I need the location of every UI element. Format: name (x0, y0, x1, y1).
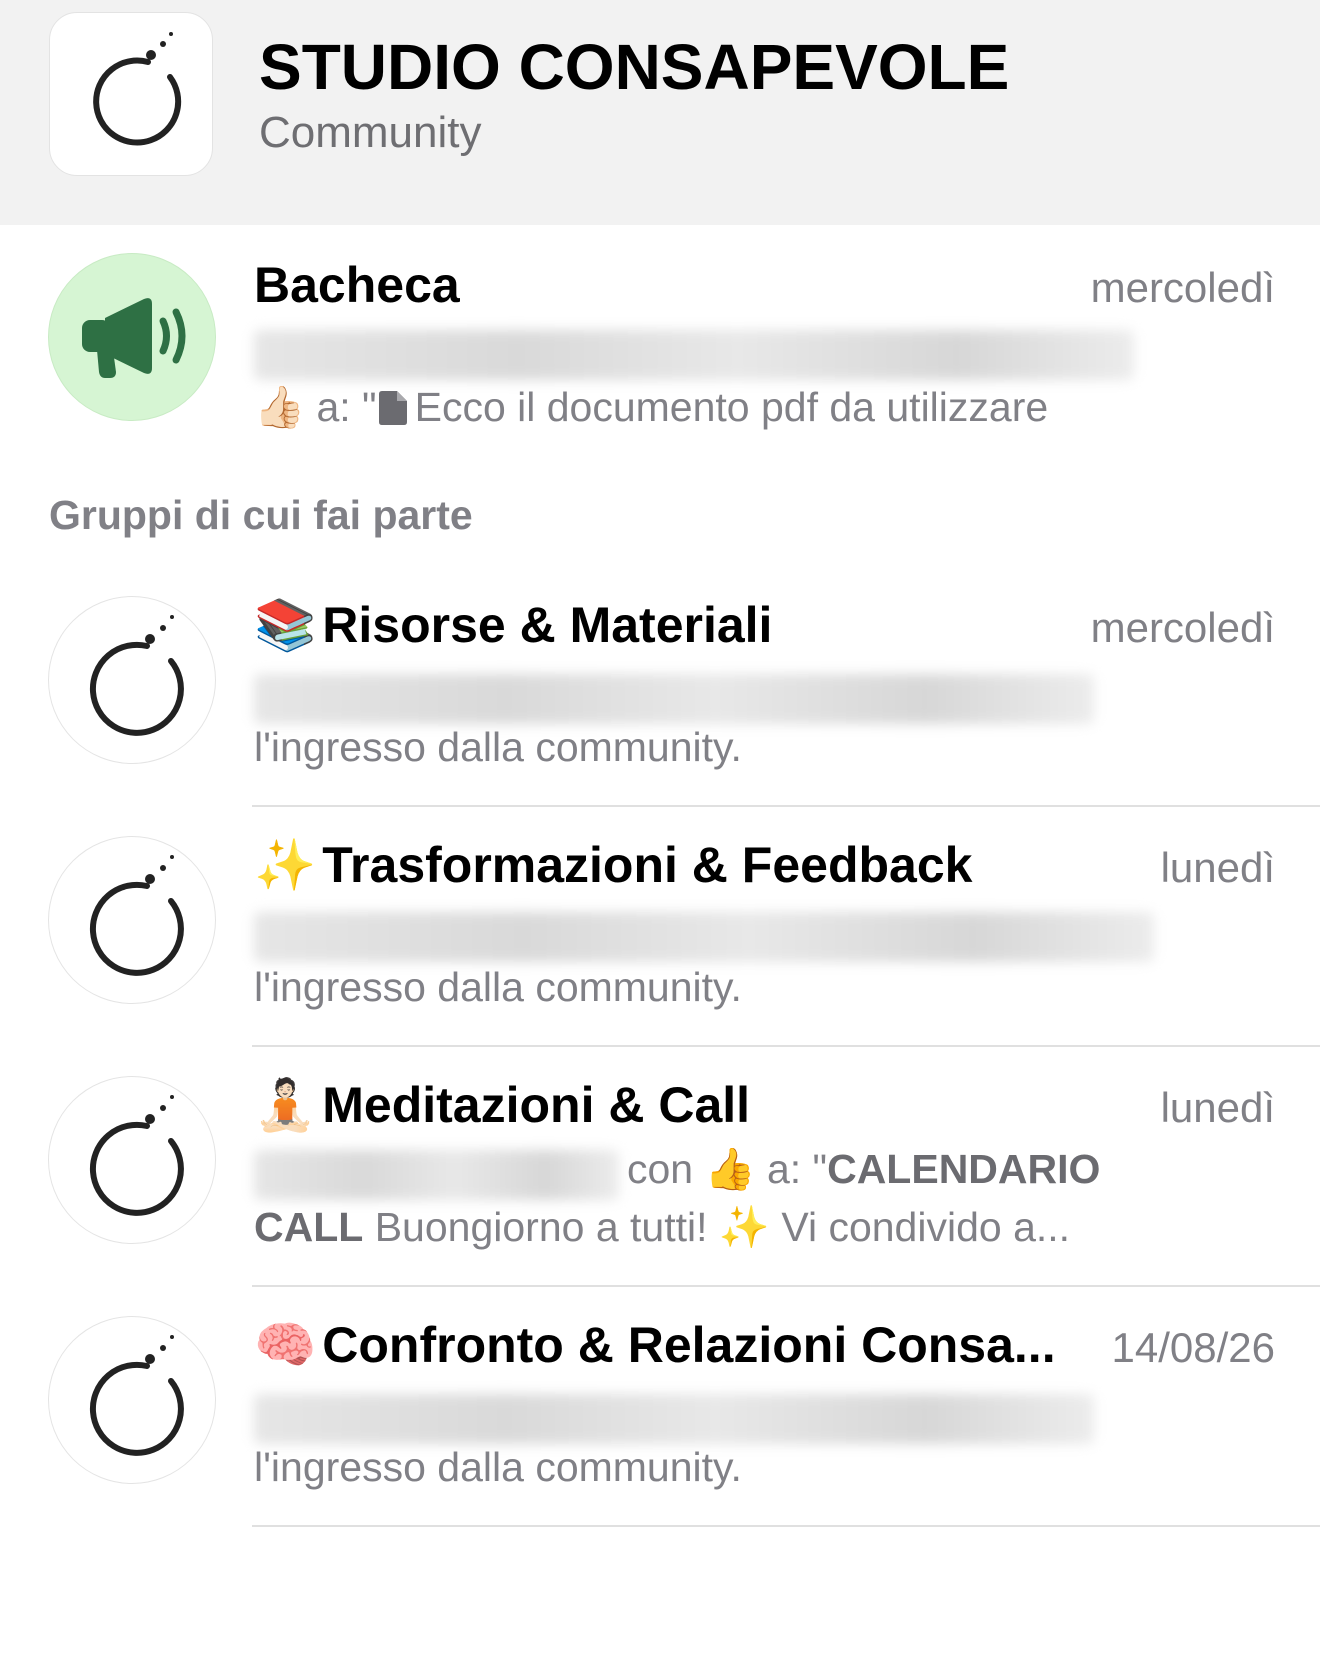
group-time: lunedì (1160, 1084, 1275, 1131)
group-preview-line1: con 👍 a: "CALENDARIO (627, 1146, 1101, 1192)
blurred-preview (254, 1150, 619, 1200)
group-title: 📚 Risorse & Materiali (254, 597, 773, 653)
community-logo-icon (49, 12, 213, 176)
row-divider (252, 1285, 1320, 1287)
group-row[interactable]: ✨ Trasformazioni & Feedback lunedì l'ingr… (0, 830, 1320, 1055)
group-title: 🧘🏻 Meditazioni & Call (254, 1077, 751, 1133)
reaction-emoji: 👍🏻 (254, 384, 306, 430)
community-subtitle: Community (259, 108, 482, 157)
group-title: 🧠 Confronto & Relazioni Consa... (254, 1317, 1056, 1373)
group-logo-icon (48, 1316, 216, 1484)
announcement-row[interactable]: Bacheca mercoledì 👍🏻 a: " Ecco il documen… (0, 250, 1320, 460)
group-time: mercoledì (1090, 604, 1275, 651)
group-title: ✨ Trasformazioni & Feedback (254, 837, 973, 893)
brain-emoji: 🧠 (254, 1317, 317, 1373)
groups-section-label: Gruppi di cui fai parte (49, 492, 473, 538)
row-divider (252, 1045, 1320, 1047)
row-divider (252, 805, 1320, 807)
blurred-preview (254, 912, 1154, 962)
blurred-preview (254, 330, 1134, 380)
group-preview: l'ingresso dalla community. (254, 1444, 742, 1490)
group-row[interactable]: 🧠 Confronto & Relazioni Consa... 14/08/26… (0, 1310, 1320, 1535)
community-header[interactable]: STUDIO CONSAPEVOLE Community (0, 0, 1320, 225)
row-divider (252, 1525, 1320, 1527)
megaphone-icon (48, 253, 216, 421)
group-time: 14/08/26 (1111, 1324, 1276, 1371)
blurred-preview (254, 674, 1094, 724)
community-title: STUDIO CONSAPEVOLE (259, 31, 1010, 103)
group-logo-icon (48, 596, 216, 764)
group-logo-icon (48, 1076, 216, 1244)
announcement-time: mercoledì (1090, 264, 1275, 311)
group-preview: l'ingresso dalla community. (254, 964, 742, 1010)
sparkles-emoji: ✨ (718, 1204, 770, 1250)
group-time: lunedì (1160, 844, 1275, 891)
group-logo-icon (48, 836, 216, 1004)
announcement-title: Bacheca (254, 257, 460, 313)
announcement-preview: 👍🏻 a: " Ecco il documento pdf da utilizza… (254, 384, 1049, 430)
group-preview-line2: CALL Buongiorno a tutti! ✨ Vi condivido … (254, 1204, 1071, 1250)
blurred-preview (254, 1394, 1094, 1444)
document-icon (378, 388, 407, 425)
group-preview: l'ingresso dalla community. (254, 724, 742, 770)
meditation-emoji: 🧘🏻 (254, 1077, 317, 1133)
books-emoji: 📚 (254, 597, 317, 653)
group-row[interactable]: 🧘🏻 Meditazioni & Call lunedì con 👍 a: "CA… (0, 1070, 1320, 1295)
group-row[interactable]: 📚 Risorse & Materiali mercoledì l'ingress… (0, 590, 1320, 815)
sparkles-emoji: ✨ (254, 837, 317, 893)
thumbs-up-emoji: 👍 (704, 1146, 756, 1192)
